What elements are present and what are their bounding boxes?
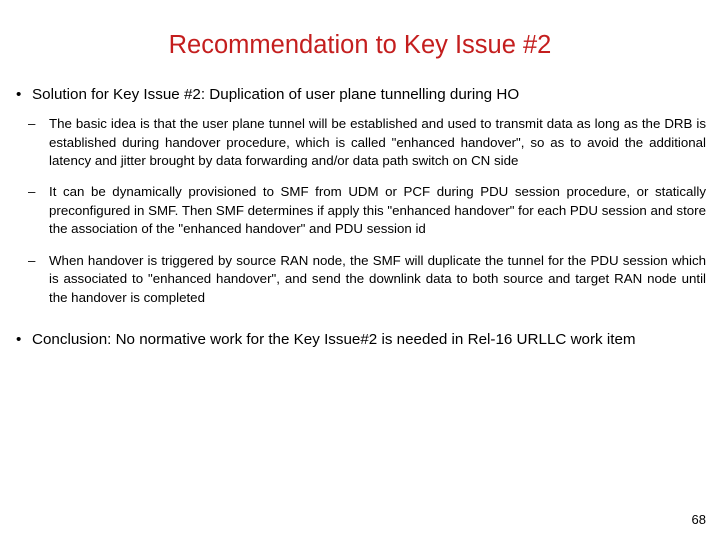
dash-marker-icon: – [28,184,36,200]
slide-canvas: Recommendation to Key Issue #2 • Solutio… [0,0,720,540]
sub-bullet-basic-idea-text: The basic idea is that the user plane tu… [49,116,706,169]
dash-marker-icon: – [28,116,36,131]
bullet-dot-icon: • [16,86,22,103]
sub-bullet-provisioning-text: It can be dynamically provisioned to SMF… [49,184,706,237]
slide-body: • Solution for Key Issue #2: Duplication… [0,84,720,350]
sub-bullet-handover-trigger: – When handover is triggered by source R… [0,252,720,308]
bullet-solution: • Solution for Key Issue #2: Duplication… [0,84,720,105]
bullet-conclusion-text: Conclusion: No normative work for the Ke… [32,331,636,349]
dash-marker-icon: – [28,252,36,268]
bullet-dot-icon: • [16,331,22,349]
sub-bullet-provisioning: – It can be dynamically provisioned to S… [0,183,720,239]
sub-bullet-basic-idea: – The basic idea is that the user plane … [0,115,720,171]
bullet-solution-text: Solution for Key Issue #2: Duplication o… [32,86,520,103]
bullet-conclusion: • Conclusion: No normative work for the … [0,329,720,350]
page-title: Recommendation to Key Issue #2 [168,31,552,59]
sub-bullet-handover-trigger-text: When handover is triggered by source RAN… [49,252,706,305]
page-number: 68 [691,512,706,527]
